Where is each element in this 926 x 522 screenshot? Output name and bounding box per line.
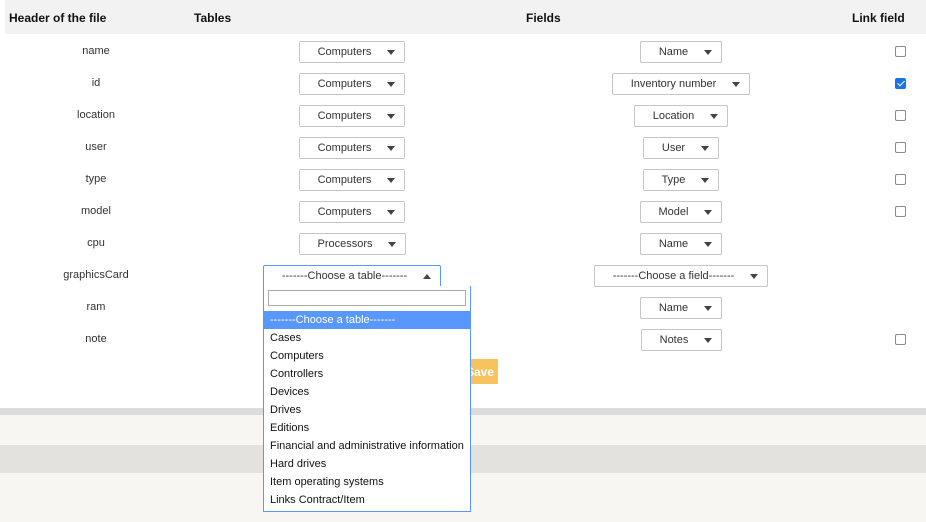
header-file: Header of the file <box>9 11 107 25</box>
table-select-model[interactable]: Computers <box>299 201 405 223</box>
row-label-note: note <box>85 333 107 345</box>
chevron-up-icon <box>423 273 431 279</box>
chevron-down-icon <box>387 81 395 87</box>
chevron-down-icon <box>750 273 758 279</box>
field-select-value: Location <box>652 110 695 122</box>
row-label-graphicscard: graphicsCard <box>63 269 129 281</box>
field-select-name[interactable]: Name <box>640 41 722 63</box>
table-select-value: Computers <box>317 78 372 90</box>
chevron-down-icon <box>704 209 712 215</box>
table-dropdown-panel: -------Choose a table------- Cases Compu… <box>263 286 471 512</box>
dropdown-option[interactable]: Cases <box>264 329 470 347</box>
field-select-value: Inventory number <box>630 78 717 90</box>
table-select-name[interactable]: Computers <box>299 41 405 63</box>
field-select-value: User <box>661 142 686 154</box>
dropdown-option[interactable]: Editions <box>264 419 470 437</box>
field-select-model[interactable]: Model <box>640 201 722 223</box>
header-fields: Fields <box>526 11 561 25</box>
link-checkbox-model[interactable] <box>895 206 906 217</box>
field-select-ram[interactable]: Name <box>640 297 722 319</box>
table-select-value: Computers <box>317 206 372 218</box>
row-label-id: id <box>91 77 101 89</box>
field-select-graphicscard[interactable]: -------Choose a field------- <box>594 265 768 287</box>
dropdown-option[interactable]: Devices <box>264 383 470 401</box>
field-select-cpu[interactable]: Name <box>640 233 722 255</box>
chevron-down-icon <box>704 337 712 343</box>
dropdown-option[interactable]: Financial and administrative information <box>264 437 470 455</box>
table-select-value: Computers <box>317 110 372 122</box>
table-select-value: Computers <box>317 46 372 58</box>
chevron-down-icon <box>387 113 395 119</box>
field-select-value: -------Choose a field------- <box>612 270 735 282</box>
field-select-note[interactable]: Notes <box>641 329 722 351</box>
dropdown-option[interactable]: Item operating systems <box>264 473 470 491</box>
row-label-name: name <box>82 45 110 57</box>
field-select-value: Type <box>661 174 686 186</box>
link-checkbox-user[interactable] <box>895 142 906 153</box>
field-select-value: Notes <box>659 334 689 346</box>
row-label-model: model <box>81 205 111 217</box>
dropdown-search-input[interactable] <box>268 290 466 306</box>
table-select-graphicscard[interactable]: -------Choose a table------- <box>263 265 441 287</box>
chevron-down-icon <box>387 177 395 183</box>
link-checkbox-id[interactable] <box>895 78 906 89</box>
field-select-value: Name <box>658 238 689 250</box>
field-select-type[interactable]: Type <box>643 169 719 191</box>
link-checkbox-type[interactable] <box>895 174 906 185</box>
chevron-down-icon <box>387 145 395 151</box>
chevron-down-icon <box>710 113 718 119</box>
chevron-down-icon <box>704 241 712 247</box>
table-select-value: -------Choose a table------- <box>281 270 408 282</box>
field-select-user[interactable]: User <box>643 137 719 159</box>
table-header <box>5 0 926 34</box>
dropdown-option[interactable]: Drives <box>264 401 470 419</box>
field-select-value: Model <box>658 206 689 218</box>
table-select-id[interactable]: Computers <box>299 73 405 95</box>
table-select-value: Processors <box>317 238 373 250</box>
table-select-type[interactable]: Computers <box>299 169 405 191</box>
chevron-down-icon <box>388 241 396 247</box>
field-select-location[interactable]: Location <box>634 105 728 127</box>
row-label-type: type <box>85 173 107 185</box>
chevron-down-icon <box>701 145 709 151</box>
dropdown-option[interactable]: Controllers <box>264 365 470 383</box>
row-label-user: user <box>85 141 107 153</box>
chevron-down-icon <box>387 49 395 55</box>
link-checkbox-name[interactable] <box>895 46 906 57</box>
dropdown-option[interactable]: Hard drives <box>264 455 470 473</box>
chevron-down-icon <box>387 209 395 215</box>
link-checkbox-location[interactable] <box>895 110 906 121</box>
table-select-value: Computers <box>317 142 372 154</box>
dropdown-option[interactable]: Links Contract/Item <box>264 491 470 509</box>
table-select-location[interactable]: Computers <box>299 105 405 127</box>
header-tables: Tables <box>194 11 232 25</box>
link-checkbox-note[interactable] <box>895 334 906 345</box>
chevron-down-icon <box>704 305 712 311</box>
table-select-cpu[interactable]: Processors <box>299 233 406 255</box>
dropdown-options: -------Choose a table------- Cases Compu… <box>264 311 470 509</box>
table-select-user[interactable]: Computers <box>299 137 405 159</box>
dropdown-option[interactable]: Computers <box>264 347 470 365</box>
table-select-value: Computers <box>317 174 372 186</box>
field-select-id[interactable]: Inventory number <box>612 73 750 95</box>
dropdown-option[interactable]: -------Choose a table------- <box>264 311 470 329</box>
chevron-down-icon <box>732 81 740 87</box>
header-link-field: Link field <box>852 11 905 25</box>
row-label-location: location <box>77 109 115 121</box>
row-label-cpu: cpu <box>87 237 105 249</box>
row-label-ram: ram <box>86 301 106 313</box>
chevron-down-icon <box>701 177 709 183</box>
field-select-value: Name <box>658 46 689 58</box>
field-select-value: Name <box>658 302 689 314</box>
chevron-down-icon <box>704 49 712 55</box>
